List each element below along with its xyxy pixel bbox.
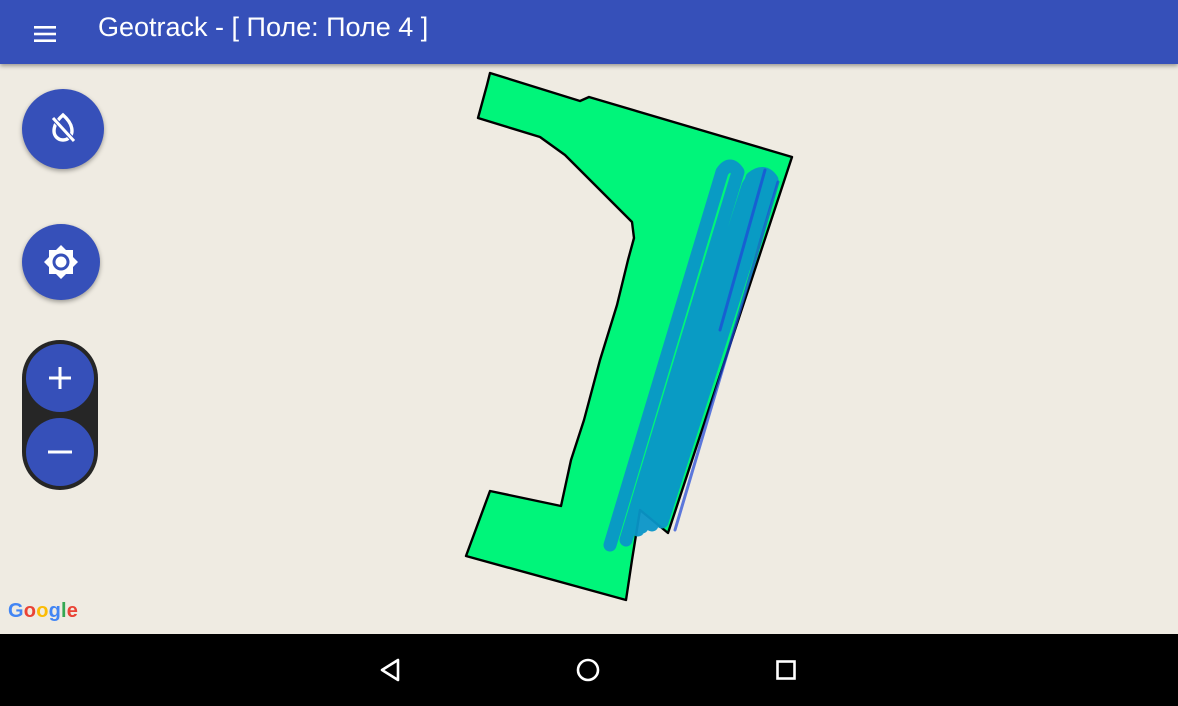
home-circle-icon xyxy=(576,658,600,682)
app-bar: Geotrack - [ Поле: Поле 4 ] xyxy=(0,0,1178,64)
minus-icon xyxy=(48,450,72,454)
back-button[interactable] xyxy=(361,644,421,696)
app-title: Geotrack - [ Поле: Поле 4 ] xyxy=(98,12,429,42)
location-disabled-icon xyxy=(51,112,76,143)
menu-button[interactable] xyxy=(18,12,72,56)
recents-square-icon xyxy=(776,660,796,680)
app-root: Geotrack - [ Поле: Поле 4 ] Google xyxy=(0,0,1178,706)
hamburger-menu-icon xyxy=(34,26,56,42)
zoom-out-button[interactable] xyxy=(26,418,94,486)
system-navigation-bar xyxy=(0,634,1178,706)
google-logo: Google xyxy=(8,600,79,622)
brightness-gear-icon xyxy=(44,245,78,279)
zoom-controls xyxy=(22,340,98,490)
brightness-settings-button[interactable] xyxy=(22,224,100,300)
recents-button[interactable] xyxy=(756,644,816,696)
map-view[interactable]: Google xyxy=(0,64,1178,634)
map-canvas[interactable] xyxy=(0,64,1178,634)
zoom-in-button[interactable] xyxy=(26,344,94,412)
back-triangle-icon xyxy=(380,658,400,682)
home-button[interactable] xyxy=(558,644,618,696)
plus-icon xyxy=(49,367,71,389)
my-location-button[interactable] xyxy=(22,89,104,169)
